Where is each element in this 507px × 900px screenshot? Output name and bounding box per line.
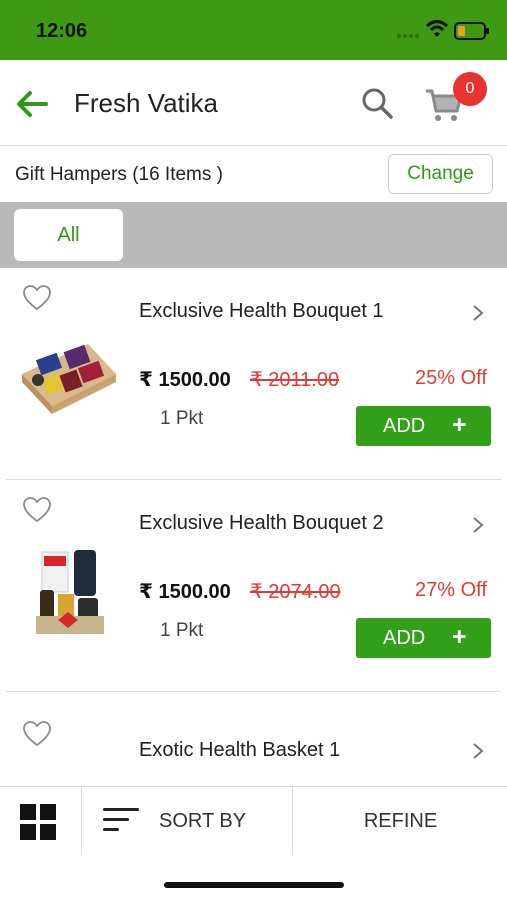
- signal-icon: [396, 26, 420, 44]
- product-name[interactable]: Exclusive Health Bouquet 1: [139, 300, 384, 323]
- change-category-button[interactable]: Change: [388, 154, 493, 194]
- battery-icon: [454, 22, 490, 45]
- wishlist-heart-icon[interactable]: [22, 720, 52, 748]
- product-price: ₹ 1500.00: [139, 369, 231, 391]
- refine-button[interactable]: REFINE: [294, 787, 507, 855]
- sort-icon: [103, 808, 139, 831]
- chevron-right-icon[interactable]: [470, 302, 486, 324]
- plus-icon: +: [452, 623, 467, 651]
- product-discount: 27% Off: [415, 579, 487, 601]
- filter-chip-all[interactable]: All: [14, 209, 123, 261]
- product-image: [18, 546, 118, 634]
- product-pack-size: 1 Pkt: [160, 408, 204, 429]
- status-time: 12:06: [36, 20, 88, 42]
- category-title: Gift Hampers (16 Items ): [15, 164, 223, 185]
- home-indicator[interactable]: [164, 882, 344, 888]
- add-button-label: ADD: [383, 627, 426, 649]
- add-to-cart-button[interactable]: ADD +: [356, 618, 491, 658]
- product-mrp: ₹ 2074.00: [250, 581, 341, 603]
- add-button-label: ADD: [383, 415, 426, 437]
- filter-bar: All: [0, 202, 507, 268]
- status-bar: 12:06: [0, 0, 507, 60]
- bottom-action-bar: SORT BY REFINE: [0, 786, 507, 855]
- category-bar: Gift Hampers (16 Items ) Change: [0, 146, 507, 202]
- product-name[interactable]: Exclusive Health Bouquet 2: [139, 512, 384, 535]
- refine-label: REFINE: [363, 810, 438, 832]
- search-icon: [362, 88, 393, 119]
- chevron-right-icon[interactable]: [470, 740, 486, 762]
- product-image: [18, 334, 118, 418]
- sort-by-button[interactable]: SORT BY: [83, 787, 293, 855]
- grid-view-button[interactable]: [0, 787, 82, 855]
- product-mrp: ₹ 2011.00: [250, 369, 340, 391]
- product-discount: 25% Off: [415, 367, 487, 389]
- search-button[interactable]: [360, 86, 394, 120]
- add-to-cart-button[interactable]: ADD +: [356, 406, 491, 446]
- product-card[interactable]: Exclusive Health Bouquet 2 ₹ 1500.00 ₹ 2…: [0, 480, 507, 692]
- cart-count-badge: 0: [453, 72, 487, 106]
- grid-view-icon: [20, 804, 56, 840]
- wifi-icon: [425, 20, 449, 43]
- store-title: Fresh Vatika: [74, 88, 219, 118]
- back-button[interactable]: [12, 84, 52, 124]
- product-pack-size: 1 Pkt: [160, 620, 204, 641]
- product-price: ₹ 1500.00: [139, 581, 231, 603]
- sort-by-label: SORT BY: [159, 810, 247, 832]
- plus-icon: +: [452, 411, 467, 439]
- product-name[interactable]: Exotic Health Basket 1: [139, 739, 340, 762]
- product-list[interactable]: Exclusive Health Bouquet 1 ₹ 1500.00 ₹ 2…: [0, 268, 507, 786]
- product-card[interactable]: Exotic Health Basket 1: [0, 692, 507, 786]
- chevron-right-icon[interactable]: [470, 514, 486, 536]
- product-card[interactable]: Exclusive Health Bouquet 1 ₹ 1500.00 ₹ 2…: [0, 268, 507, 480]
- app-header: Fresh Vatika 0: [0, 60, 507, 146]
- arrow-left-icon: [17, 91, 48, 117]
- wishlist-heart-icon[interactable]: [22, 496, 52, 524]
- wishlist-heart-icon[interactable]: [22, 284, 52, 312]
